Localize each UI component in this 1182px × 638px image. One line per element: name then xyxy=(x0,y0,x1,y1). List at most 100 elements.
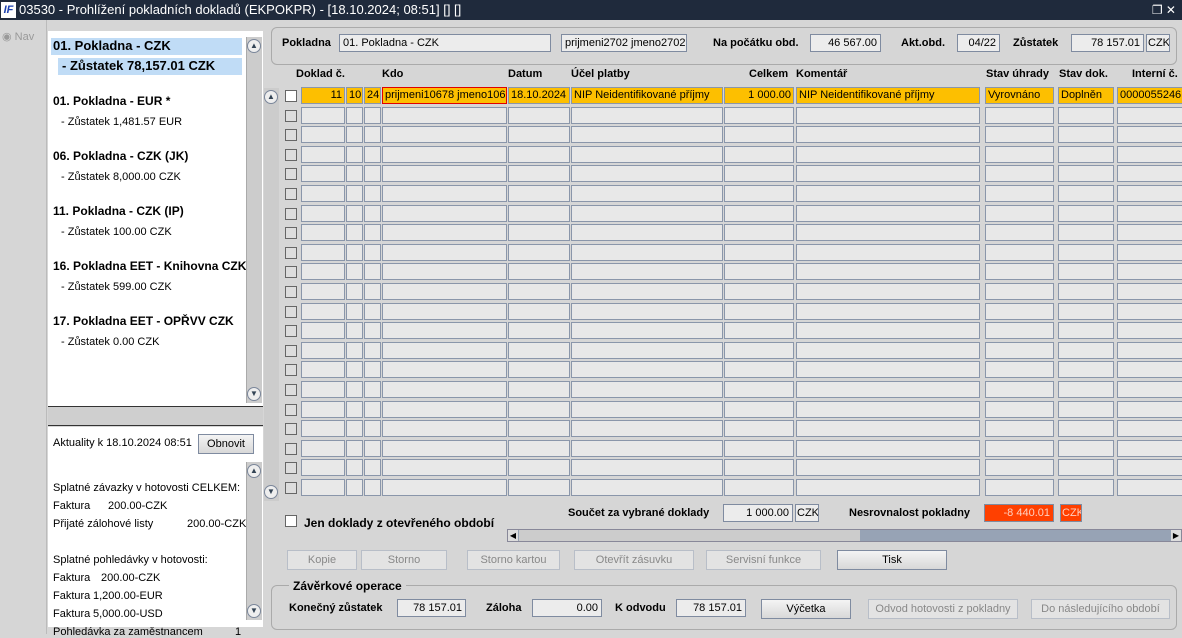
cell-doc-status[interactable] xyxy=(1058,126,1114,144)
cell-doc-year[interactable] xyxy=(364,106,381,124)
cell-date[interactable] xyxy=(508,263,570,281)
cell-total[interactable] xyxy=(724,341,794,359)
row-checkbox[interactable] xyxy=(285,384,297,396)
col-kdo[interactable]: Kdo xyxy=(382,68,403,80)
cell-payment-status[interactable] xyxy=(985,420,1054,438)
cell-date[interactable] xyxy=(508,479,570,496)
cell-who[interactable] xyxy=(382,283,507,300)
register-item[interactable]: 01. Pokladna - EUR * xyxy=(53,94,170,108)
cell-doc-status[interactable] xyxy=(1058,145,1114,163)
cell-date[interactable] xyxy=(508,381,570,398)
cell-total[interactable] xyxy=(724,185,794,202)
row-checkbox[interactable] xyxy=(285,168,297,181)
cell-internal-no[interactable] xyxy=(1117,106,1182,124)
cell-doc-year[interactable] xyxy=(364,322,381,340)
cell-purpose[interactable] xyxy=(571,224,723,242)
cell-total[interactable] xyxy=(724,439,794,457)
restore-window-icon[interactable]: ❐ ✕ xyxy=(1152,0,1176,20)
cell-purpose[interactable] xyxy=(571,263,723,281)
cell-doc-status[interactable] xyxy=(1058,204,1114,222)
cell-purpose[interactable] xyxy=(571,126,723,144)
cell-who[interactable] xyxy=(382,224,507,242)
cell-doc-month[interactable] xyxy=(346,400,363,418)
cell-who[interactable] xyxy=(382,204,507,222)
cell-who[interactable] xyxy=(382,302,507,320)
row-checkbox[interactable] xyxy=(285,482,297,494)
cell-doc-number[interactable] xyxy=(301,185,345,202)
cell-doc-status[interactable] xyxy=(1058,341,1114,359)
cell-comment[interactable] xyxy=(796,185,980,202)
cell-doc-number[interactable] xyxy=(301,243,345,261)
cell-date[interactable] xyxy=(508,185,570,202)
cell-total[interactable] xyxy=(724,322,794,340)
cell-doc-number[interactable] xyxy=(301,420,345,438)
cell-doc-month[interactable] xyxy=(346,361,363,379)
col-doklad[interactable]: Doklad č. xyxy=(296,68,345,80)
scroll-left-icon[interactable]: ◀ xyxy=(508,530,518,541)
cell-payment-status[interactable] xyxy=(985,185,1054,202)
cell-doc-number[interactable] xyxy=(301,263,345,281)
cell-purpose[interactable] xyxy=(571,302,723,320)
cell-date[interactable] xyxy=(508,126,570,144)
cell-comment[interactable] xyxy=(796,263,980,281)
cell-doc-number[interactable] xyxy=(301,341,345,359)
scroll-up-icon[interactable]: ▲ xyxy=(264,90,278,104)
cell-doc-month[interactable] xyxy=(346,381,363,398)
cell-comment[interactable] xyxy=(796,204,980,222)
cell-who[interactable] xyxy=(382,165,507,183)
cell-internal-no[interactable] xyxy=(1117,165,1182,183)
cell-comment[interactable] xyxy=(796,322,980,340)
cell-comment[interactable] xyxy=(796,381,980,398)
cell-date[interactable] xyxy=(508,106,570,124)
row-checkbox[interactable] xyxy=(285,286,297,298)
cell-comment[interactable] xyxy=(796,459,980,477)
cell-payment-status[interactable] xyxy=(985,322,1054,340)
cell-date[interactable] xyxy=(508,400,570,418)
cell-total[interactable] xyxy=(724,106,794,124)
cell-doc-status[interactable] xyxy=(1058,263,1114,281)
cell-doc-month[interactable] xyxy=(346,459,363,477)
cell-date[interactable] xyxy=(508,459,570,477)
cell-doc-number[interactable] xyxy=(301,204,345,222)
row-checkbox[interactable] xyxy=(285,129,297,142)
cell-internal-no[interactable] xyxy=(1117,439,1182,457)
cell-doc-year[interactable] xyxy=(364,420,381,438)
row-checkbox[interactable] xyxy=(285,188,297,200)
cell-purpose[interactable] xyxy=(571,322,723,340)
cell-internal-no[interactable] xyxy=(1117,145,1182,163)
cell-purpose[interactable] xyxy=(571,106,723,124)
cell-doc-month[interactable] xyxy=(346,439,363,457)
cell-payment-status[interactable] xyxy=(985,126,1054,144)
cell-total[interactable] xyxy=(724,224,794,242)
cell-doc-status[interactable] xyxy=(1058,420,1114,438)
register-item[interactable]: 01. Pokladna - CZK xyxy=(51,38,242,55)
cell-doc-month[interactable] xyxy=(346,204,363,222)
cell-comment[interactable] xyxy=(796,106,980,124)
cell-doc-number[interactable] xyxy=(301,459,345,477)
cell-purpose[interactable] xyxy=(571,341,723,359)
cell-doc-year[interactable] xyxy=(364,341,381,359)
cell-total[interactable] xyxy=(724,204,794,222)
row-checkbox[interactable] xyxy=(285,227,297,240)
cell-who[interactable] xyxy=(382,126,507,144)
scrollbar-thumb[interactable] xyxy=(519,530,860,541)
row-checkbox[interactable] xyxy=(285,462,297,475)
cell-doc-year[interactable] xyxy=(364,400,381,418)
cell-purpose[interactable] xyxy=(571,145,723,163)
cell-comment[interactable] xyxy=(796,302,980,320)
register-item[interactable]: 17. Pokladna EET - OPŘVV CZK xyxy=(53,314,234,328)
cell-date[interactable] xyxy=(508,439,570,457)
register-item[interactable]: 16. Pokladna EET - Knihovna CZK xyxy=(53,259,246,273)
cell-internal-no[interactable] xyxy=(1117,400,1182,418)
cell-payment-status[interactable] xyxy=(985,302,1054,320)
cell-internal-no[interactable] xyxy=(1117,459,1182,477)
cell-doc-number[interactable] xyxy=(301,165,345,183)
cell-total[interactable] xyxy=(724,302,794,320)
cell-payment-status[interactable] xyxy=(985,459,1054,477)
scroll-up-icon[interactable]: ▲ xyxy=(247,39,261,53)
next-period-button[interactable]: Do následujícího období xyxy=(1031,599,1170,619)
cell-comment[interactable] xyxy=(796,126,980,144)
cell-doc-month[interactable] xyxy=(346,420,363,438)
cell-doc-number[interactable] xyxy=(301,361,345,379)
cell-total[interactable] xyxy=(724,165,794,183)
